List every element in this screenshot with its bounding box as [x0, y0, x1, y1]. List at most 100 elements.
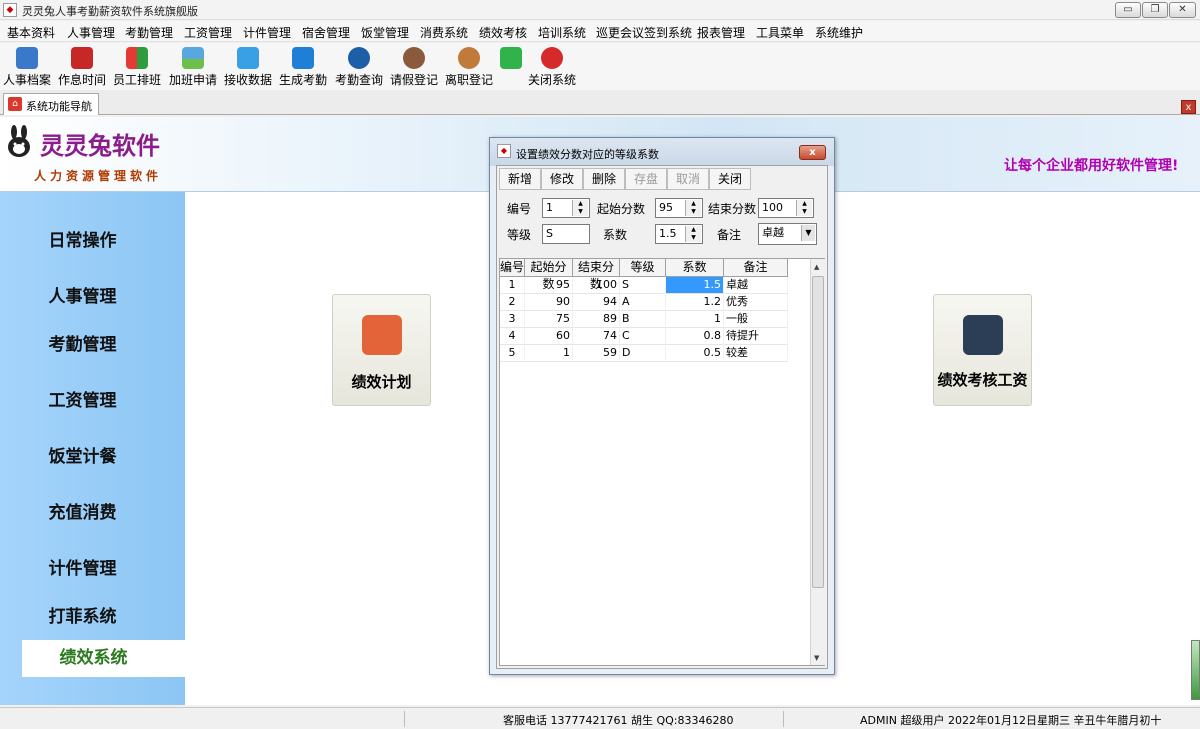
- menu-reports[interactable]: 报表管理: [697, 24, 745, 41]
- grade-field[interactable]: S: [542, 224, 590, 244]
- cell-coefficient: 0.5: [666, 345, 724, 362]
- col-header-note[interactable]: 备注: [724, 259, 788, 277]
- save-button[interactable]: 存盘: [625, 168, 667, 190]
- sidebar-item-performance-system[interactable]: 绩效系统: [22, 640, 185, 677]
- menu-piecework[interactable]: 计件管理: [243, 24, 291, 41]
- scroll-thumb[interactable]: [812, 276, 824, 588]
- scroll-up-icon[interactable]: ▲: [814, 263, 819, 271]
- status-contact: 客服电话 13777421761 胡生 QQ:83346280: [503, 714, 734, 727]
- sidebar-item-recharge-consumption[interactable]: 充值消费: [0, 498, 185, 523]
- cancel-button[interactable]: 取消: [667, 168, 709, 190]
- end-score-field[interactable]: 100 ▲ ▼: [758, 198, 814, 218]
- tab-system-navigation[interactable]: ⌂ 系统功能导航: [3, 93, 99, 115]
- cell-start: 90: [525, 294, 573, 311]
- menu-bar: 基本资料 人事管理 考勤管理 工资管理 计件管理 宿舍管理 饭堂管理 消费系统 …: [0, 21, 1200, 42]
- spin-arrows-icon[interactable]: ▲ ▼: [796, 200, 812, 216]
- cell-coefficient: 1: [666, 311, 724, 328]
- cell-end: 100: [573, 277, 620, 294]
- sidebar-item-tag-system[interactable]: 打菲系统: [0, 602, 185, 627]
- sidebar-item-piecework[interactable]: 计件管理: [0, 554, 185, 579]
- wechat-icon: [500, 47, 522, 69]
- edit-button[interactable]: 修改: [541, 168, 583, 190]
- chevron-down-icon[interactable]: ▼: [801, 225, 815, 241]
- dialog-body: 新增 修改 删除 存盘 取消 关闭 编号 1 ▲ ▼ 起始分数 95 ▲ ▼ 结束分数 …: [496, 165, 828, 669]
- col-header-grade[interactable]: 等级: [620, 259, 666, 277]
- menu-performance[interactable]: 绩效考核: [479, 24, 527, 41]
- dialog-app-icon: ◆: [497, 144, 511, 158]
- tab-close-button[interactable]: x: [1181, 100, 1196, 114]
- cell-grade: S: [620, 277, 666, 294]
- coefficient-label: 系数: [603, 228, 628, 242]
- toolbar-receive-data[interactable]: 接收数据: [219, 47, 277, 88]
- toolbar-work-schedule[interactable]: 作息时间: [53, 47, 111, 88]
- toolbar-leave-registration[interactable]: 请假登记: [385, 47, 443, 88]
- sidebar-item-daily-operations[interactable]: 日常操作: [0, 226, 185, 251]
- tile-performance-salary[interactable]: 绩效考核工资: [933, 294, 1032, 406]
- col-header-end[interactable]: 结束分数: [573, 259, 620, 291]
- grid-icon: [126, 47, 148, 69]
- side-indicator: [1191, 640, 1200, 700]
- menu-tools[interactable]: 工具菜单: [756, 24, 804, 41]
- cell-note: 较差: [724, 345, 788, 362]
- note-select[interactable]: 卓越 ▼: [758, 223, 817, 245]
- status-divider: [783, 711, 784, 727]
- cell-id: 3: [500, 311, 525, 328]
- menu-system-maintenance[interactable]: 系统维护: [815, 24, 863, 41]
- sidebar-item-payroll[interactable]: 工资管理: [0, 386, 185, 411]
- add-button[interactable]: 新增: [499, 168, 541, 190]
- menu-attendance[interactable]: 考勤管理: [125, 24, 173, 41]
- menu-payroll[interactable]: 工资管理: [184, 24, 232, 41]
- menu-canteen[interactable]: 饭堂管理: [361, 24, 409, 41]
- cell-end: 94: [573, 294, 620, 311]
- col-header-coefficient[interactable]: 系数: [666, 259, 724, 277]
- tile-performance-plan[interactable]: 绩效计划: [332, 294, 431, 406]
- menu-dormitory[interactable]: 宿舍管理: [302, 24, 350, 41]
- delete-button[interactable]: 删除: [583, 168, 625, 190]
- scroll-down-icon[interactable]: ▼: [814, 654, 819, 662]
- close-button[interactable]: 关闭: [709, 168, 751, 190]
- status-divider: [404, 711, 405, 727]
- id-field[interactable]: 1 ▲ ▼: [542, 198, 590, 218]
- menu-consumption[interactable]: 消费系统: [420, 24, 468, 41]
- wifi-icon: [237, 47, 259, 69]
- toolbar-generate-attendance[interactable]: 生成考勤: [274, 47, 332, 88]
- cell-grade: D: [620, 345, 666, 362]
- window-title: 灵灵兔人事考勤薪资软件系统旗舰版: [22, 5, 198, 18]
- cell-start: 60: [525, 328, 573, 345]
- people-icon: [16, 47, 38, 69]
- grade-coefficient-dialog: ◆ 设置绩效分数对应的等级系数 x 新增 修改 删除 存盘 取消 关闭 编号 1…: [489, 137, 835, 675]
- toolbar-attendance-query[interactable]: 考勤查询: [330, 47, 388, 88]
- sidebar-item-personnel[interactable]: 人事管理: [0, 282, 185, 307]
- sidebar-item-canteen-meals[interactable]: 饭堂计餐: [0, 442, 185, 467]
- toolbar-overtime-request[interactable]: 加班申请: [164, 47, 222, 88]
- cell-start: 75: [525, 311, 573, 328]
- sidebar-item-attendance[interactable]: 考勤管理: [0, 330, 185, 355]
- toolbar-shift-planning[interactable]: 员工排班: [108, 47, 166, 88]
- cell-grade: C: [620, 328, 666, 345]
- start-score-field[interactable]: 95 ▲ ▼: [655, 198, 703, 218]
- spin-arrows-icon[interactable]: ▲ ▼: [685, 226, 701, 242]
- menu-basic-data[interactable]: 基本资料: [7, 24, 55, 41]
- cell-end: 59: [573, 345, 620, 362]
- spin-arrows-icon[interactable]: ▲ ▼: [685, 200, 701, 216]
- cell-note: 一般: [724, 311, 788, 328]
- menu-patrol-meeting[interactable]: 巡更会议签到系统: [596, 24, 692, 41]
- maximize-button[interactable]: ❐: [1142, 2, 1168, 18]
- toolbar-personnel-files[interactable]: 人事档案: [0, 47, 56, 88]
- cell-coefficient[interactable]: 1.5: [666, 277, 724, 294]
- menu-training[interactable]: 培训系统: [538, 24, 586, 41]
- col-header-start[interactable]: 起始分数: [525, 259, 573, 291]
- search-icon: [348, 47, 370, 69]
- toolbar-close-system[interactable]: 关闭系统: [523, 47, 581, 88]
- clock-icon: [71, 47, 93, 69]
- spin-arrows-icon[interactable]: ▲ ▼: [572, 200, 588, 216]
- minimize-button[interactable]: ▭: [1115, 2, 1141, 18]
- menu-personnel[interactable]: 人事管理: [67, 24, 115, 41]
- col-header-id[interactable]: 编号: [500, 259, 525, 277]
- coefficient-field[interactable]: 1.5 ▲ ▼: [655, 224, 703, 244]
- table-scrollbar[interactable]: ▲ ▼: [810, 259, 825, 665]
- close-window-button[interactable]: ✕: [1169, 2, 1196, 18]
- status-bar: 客服电话 13777421761 胡生 QQ:83346280 ADMIN 超级…: [0, 707, 1200, 729]
- end-score-label: 结束分数: [708, 202, 757, 216]
- dialog-close-button[interactable]: x: [799, 145, 826, 160]
